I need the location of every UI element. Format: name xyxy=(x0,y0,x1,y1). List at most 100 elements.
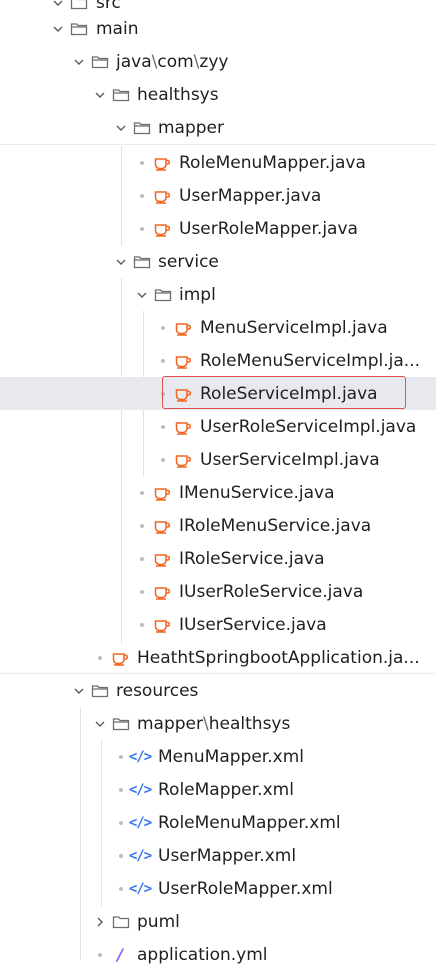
tree-row-file[interactable]: </> UserMapper.xml xyxy=(0,839,436,872)
file-label: UserServiceImpl.java xyxy=(200,449,380,470)
package-segment: zyy xyxy=(199,51,229,72)
xml-icon: </> xyxy=(128,847,152,864)
folder-icon xyxy=(91,53,109,71)
sticky-divider xyxy=(0,144,436,145)
chevron-down-icon[interactable] xyxy=(52,23,64,35)
folder-label: resources xyxy=(116,680,199,701)
file-label: IUserRoleService.java xyxy=(179,581,364,602)
java-coffee-icon xyxy=(153,616,171,634)
file-label: MenuMapper.xml xyxy=(158,746,304,767)
java-coffee-icon xyxy=(174,451,192,469)
chevron-right-icon[interactable] xyxy=(94,916,106,928)
file-label: HeathtSpringbootApplication.ja... xyxy=(137,647,420,668)
tree-row-main[interactable]: main xyxy=(0,12,436,45)
chevron-down-icon[interactable] xyxy=(94,718,106,730)
java-coffee-icon xyxy=(153,187,171,205)
java-coffee-icon xyxy=(153,550,171,568)
chevron-down-icon[interactable] xyxy=(73,56,85,68)
tree-row-file[interactable]: MenuServiceImpl.java xyxy=(0,311,436,344)
leaf-dot xyxy=(140,490,144,495)
tree-row-file[interactable]: RoleMenuMapper.java xyxy=(0,146,436,179)
tree-row-file[interactable]: IRoleMenuService.java xyxy=(0,509,436,542)
java-coffee-icon xyxy=(174,352,192,370)
tree-row-file-selected[interactable]: RoleServiceImpl.java xyxy=(0,377,436,410)
folder-icon xyxy=(70,0,88,12)
leaf-dot xyxy=(119,886,123,891)
file-label: UserRoleMapper.xml xyxy=(158,878,333,899)
java-coffee-icon xyxy=(153,517,171,535)
tree-row-file[interactable]: IRoleService.java xyxy=(0,542,436,575)
xml-icon: </> xyxy=(128,814,152,831)
tree-row-file[interactable]: IMenuService.java xyxy=(0,476,436,509)
file-label: application.yml xyxy=(137,944,268,965)
tree-row-resources[interactable]: resources xyxy=(0,674,436,707)
path-segment: healthsys xyxy=(208,713,291,734)
tree-row-puml[interactable]: puml xyxy=(0,905,436,938)
leaf-dot xyxy=(161,358,165,363)
folder-icon xyxy=(112,913,130,931)
tree-row-file[interactable]: </> RoleMenuMapper.xml xyxy=(0,806,436,839)
tree-row-file[interactable]: / application.yml xyxy=(0,938,436,971)
leaf-dot xyxy=(161,424,165,429)
leaf-dot xyxy=(161,457,165,462)
leaf-dot xyxy=(140,523,144,528)
chevron-down-icon[interactable] xyxy=(115,256,127,268)
tree-row-file[interactable]: HeathtSpringbootApplication.ja... xyxy=(0,641,436,674)
folder-icon xyxy=(112,715,130,733)
leaf-dot xyxy=(119,820,123,825)
chevron-down-icon[interactable] xyxy=(73,685,85,697)
tree-row-healthsys[interactable]: healthsys xyxy=(0,78,436,111)
tree-row-file[interactable]: UserRoleMapper.java xyxy=(0,212,436,245)
file-label: RoleMapper.xml xyxy=(158,779,294,800)
folder-icon xyxy=(112,86,130,104)
leaf-dot xyxy=(98,655,102,660)
tree-row-file[interactable]: IUserService.java xyxy=(0,608,436,641)
tree-row-service[interactable]: service xyxy=(0,245,436,278)
leaf-dot xyxy=(119,787,123,792)
tree-row-file[interactable]: </> MenuMapper.xml xyxy=(0,740,436,773)
tree-row-impl[interactable]: impl xyxy=(0,278,436,311)
yaml-icon: / xyxy=(117,945,123,964)
folder-label: main xyxy=(96,18,139,39)
tree-row-java-package[interactable]: java\com\zyy xyxy=(0,45,436,78)
file-label: IMenuService.java xyxy=(179,482,335,503)
folder-icon xyxy=(91,682,109,700)
chevron-down-icon[interactable] xyxy=(136,289,148,301)
tree-row-mapper[interactable]: mapper xyxy=(0,111,436,144)
folder-label: src xyxy=(96,0,121,13)
folder-label: healthsys xyxy=(137,84,219,105)
folder-label: impl xyxy=(179,284,216,305)
file-label: RoleMenuMapper.xml xyxy=(158,812,341,833)
package-segment: java xyxy=(116,51,152,72)
package-path-label: mapper\healthsys xyxy=(137,713,291,734)
xml-icon: </> xyxy=(128,880,152,897)
leaf-dot xyxy=(140,589,144,594)
java-coffee-icon xyxy=(111,649,129,667)
java-coffee-icon xyxy=(153,484,171,502)
leaf-dot xyxy=(161,325,165,330)
tree-row-file[interactable]: UserMapper.java xyxy=(0,179,436,212)
file-label: UserRoleServiceImpl.java xyxy=(200,416,417,437)
chevron-down-icon[interactable] xyxy=(115,122,127,134)
file-label: UserRoleMapper.java xyxy=(179,218,358,239)
xml-icon: </> xyxy=(128,748,152,765)
tree-row-file[interactable]: IUserRoleService.java xyxy=(0,575,436,608)
tree-row-file[interactable]: UserRoleServiceImpl.java xyxy=(0,410,436,443)
project-tree: src main java\com\zyy healthsys mapper R… xyxy=(0,0,436,965)
leaf-dot xyxy=(140,160,144,165)
file-label: UserMapper.java xyxy=(179,185,322,206)
chevron-down-icon[interactable] xyxy=(94,89,106,101)
file-label: IRoleMenuService.java xyxy=(179,515,372,536)
tree-row-mapper-healthsys[interactable]: mapper\healthsys xyxy=(0,707,436,740)
tree-row-file[interactable]: </> UserRoleMapper.xml xyxy=(0,872,436,905)
folder-icon xyxy=(133,119,151,137)
chevron-down-icon[interactable] xyxy=(52,0,64,9)
folder-icon xyxy=(70,20,88,38)
folder-icon xyxy=(133,253,151,271)
leaf-dot xyxy=(140,556,144,561)
folder-icon xyxy=(154,286,172,304)
java-coffee-icon xyxy=(174,385,192,403)
tree-row-file[interactable]: UserServiceImpl.java xyxy=(0,443,436,476)
tree-row-file[interactable]: RoleMenuServiceImpl.ja... xyxy=(0,344,436,377)
tree-row-file[interactable]: </> RoleMapper.xml xyxy=(0,773,436,806)
